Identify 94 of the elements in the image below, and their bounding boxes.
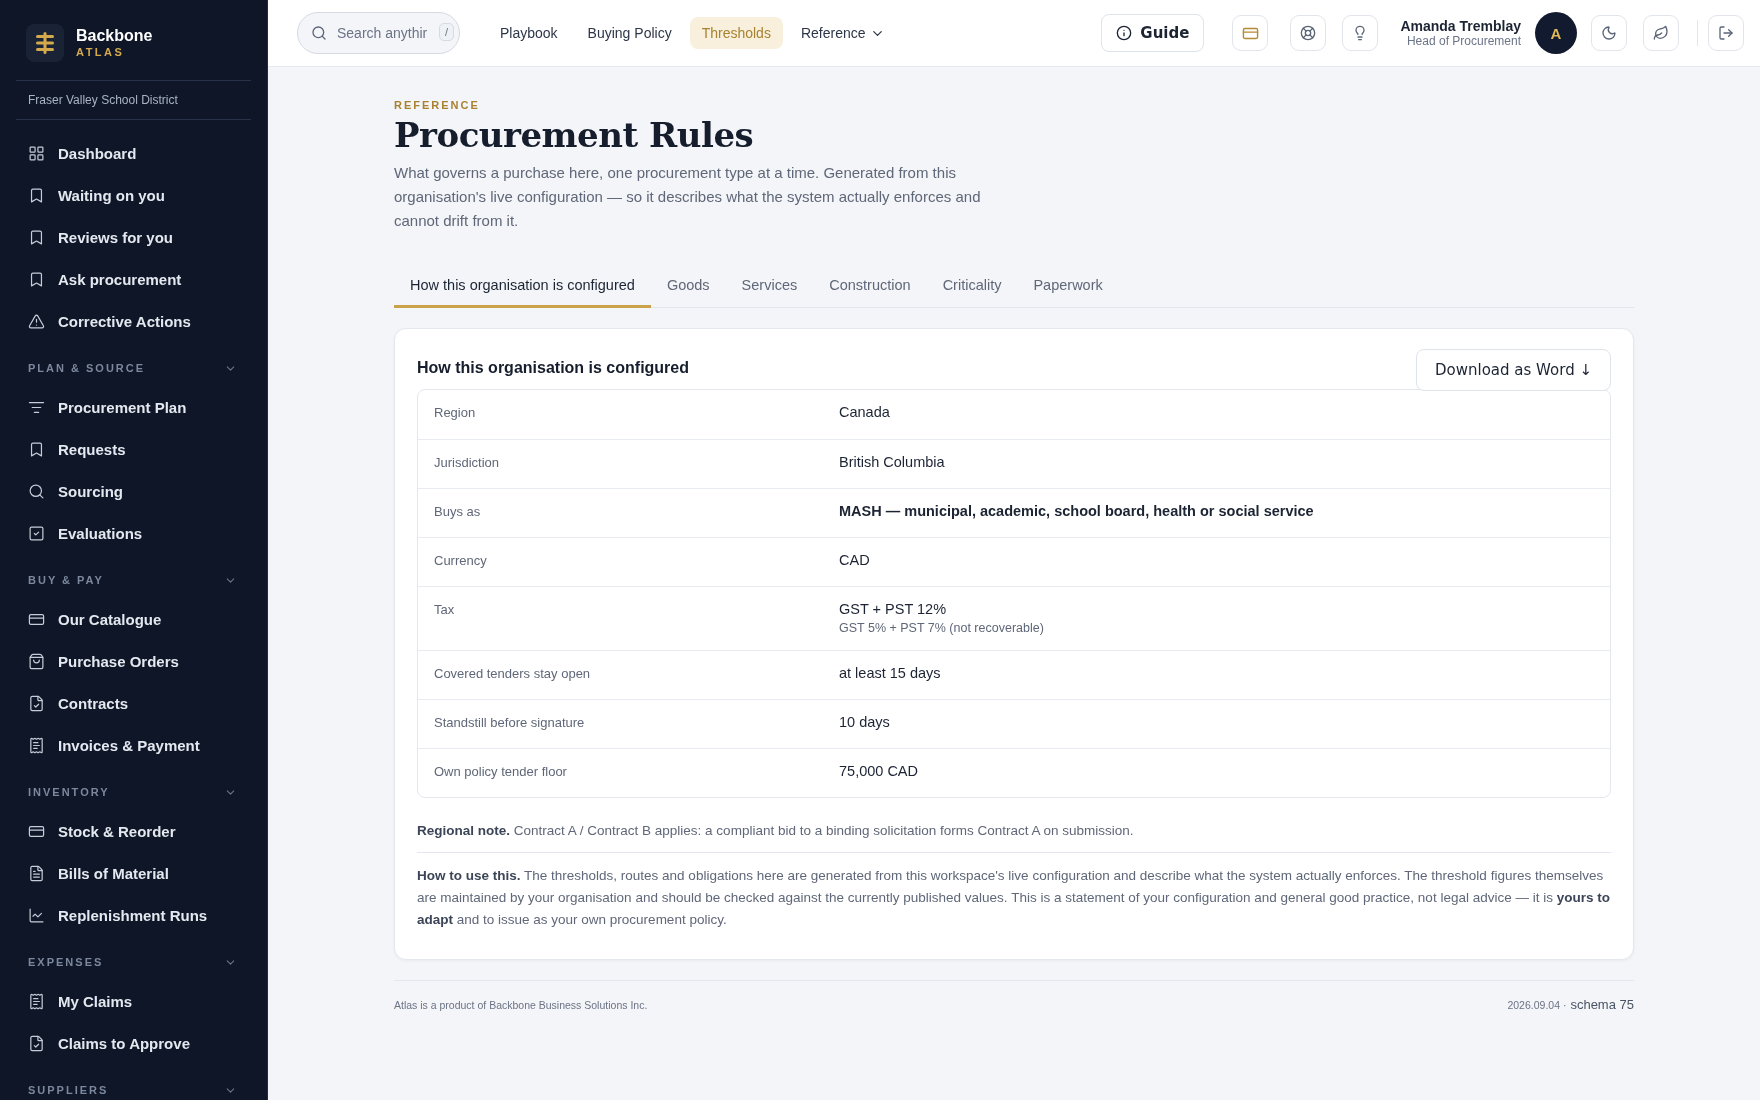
search-icon [311,25,327,41]
footer-text: Atlas is a product of Backbone Business Solutions Inc. [394,999,648,1011]
bookmark-icon [28,228,45,246]
brand-name: Backbone [76,27,153,45]
tips-button[interactable] [1342,15,1379,51]
row-value: MASH — municipal, academic, school board, health or social service [839,503,1315,519]
row-label: Region [434,404,477,422]
section-heading: EXPENSES [28,956,104,968]
sidebar-item[interactable]: Claims to Approve [16,1022,251,1064]
leaf-icon [1653,25,1669,41]
search-icon [28,482,45,500]
line-chart-icon [28,906,45,924]
nav-link[interactable]: Playbook [488,17,570,49]
tab[interactable]: Criticality [926,267,1018,308]
row-label: Covered tenders stay open [434,665,592,683]
section-heading: PLAN & SOURCE [28,362,146,374]
bag-icon [28,652,45,670]
sidebar-item[interactable]: Purchase Orders [16,640,251,682]
row-label: Currency [434,552,488,570]
sidebar-item[interactable]: Dashboard [16,132,251,174]
tab[interactable]: How this organisation is configured [394,267,651,308]
row-label: Own policy tender floor [434,763,568,781]
sidebar-item[interactable]: Contracts [16,682,251,724]
brand-subtitle: ATLAS [76,45,126,59]
row-label: Jurisdiction [434,454,501,472]
tab[interactable]: Services [725,267,814,308]
row-value: 75,000 CAD [839,763,919,779]
user-name: Amanda Tremblay [1400,18,1521,34]
row-value: CAD [839,552,871,568]
schema-text: schema 75 [1570,997,1634,1012]
guide-button[interactable]: Guide [1101,14,1205,52]
logout-icon [1718,25,1734,41]
user-avatar[interactable]: A [1535,12,1577,54]
row-value: 10 days [839,714,891,730]
tab[interactable]: Goods [650,267,726,308]
row-detail: GST 5% + PST 7% (not recoverable) [839,621,1045,635]
theme-button[interactable] [1591,15,1627,51]
file-check-icon [28,694,45,712]
sidebar-item[interactable]: Ask procurement [16,258,251,300]
bookmark-icon [28,186,45,204]
checkbox-icon [28,524,45,542]
row-value: Canada [839,404,891,420]
section-heading: BUY & PAY [28,574,104,586]
row-label: Buys as [434,503,482,521]
sidebar-item[interactable]: Requests [16,428,251,470]
sidebar-item[interactable]: Invoices & Payment [16,724,251,766]
sidebar-item[interactable]: Our Catalogue [16,598,251,640]
card-title: How this organisation is configured [417,359,689,377]
page-description: What governs a purchase here, one procurement type at a time. Generated from this organisation's live configuration — so it describes what the system actually enforces and cannot drift from it. [394,163,982,231]
sidebar-item[interactable]: Stock & Reorder [16,810,251,852]
lifebuoy-icon [1300,25,1317,41]
row-label: Standstill before signature [434,714,586,732]
document-icon [28,864,45,882]
row-value: at least 15 days [839,665,942,681]
receipt-icon [28,992,45,1010]
logout-button[interactable] [1708,15,1744,51]
bookmark-icon [28,270,45,288]
file-check-icon [28,1034,45,1052]
moon-icon [1601,25,1617,41]
user-role: Head of Procurement [1406,34,1521,48]
page-title: Procurement Rules [394,115,755,155]
sidebar-item[interactable]: Waiting on you [16,174,251,216]
nav-link[interactable]: Buying Policy [575,17,684,49]
sidebar-item[interactable]: Bills of Material [16,852,251,894]
sidebar-item[interactable]: Sourcing [16,470,251,512]
usage-note: How to use this. The thresholds, routes and obligations here are generated from this workspace's live configuration and describe what the system actually enforces. The threshold figures themselves are maintained by your organisation and should be checked against the currently published values. This is a statement of your configuration and general good practice, not legal advice — it is yours to adapt and to issue as your own procurement policy. [417,867,1611,929]
grid-icon [28,144,45,162]
download-button[interactable]: Download as Word ↓ [1416,349,1611,391]
organisation-name: Fraser Valley School District [16,81,251,120]
info-icon [1116,25,1133,41]
tab[interactable]: Paperwork [1017,267,1119,308]
sidebar-item[interactable]: Evaluations [16,512,251,554]
logo-icon [26,24,64,62]
row-value: GST + PST 12% [839,601,948,617]
section-heading: INVENTORY [28,786,110,798]
leaf-button[interactable] [1643,15,1679,51]
row-label: Tax [434,601,456,619]
page-eyebrow: REFERENCE [394,99,481,111]
receipt-icon [28,736,45,754]
sidebar-item[interactable]: Reviews for you [16,216,251,258]
tab[interactable]: Construction [813,267,927,308]
nav-link[interactable]: Reference [788,17,897,49]
regional-note: Regional note. Contract A / Contract B applies: a compliant bid to a binding solicitation forms Contract A on submission. [417,820,1611,853]
sidebar-item[interactable]: Replenishment Runs [16,894,251,936]
version-text: 2026.09.04 · [1507,999,1567,1011]
section-heading: SUPPLIERS [28,1084,109,1096]
card-button[interactable] [1232,15,1269,51]
sidebar-item[interactable]: Corrective Actions [16,300,251,342]
sidebar-item[interactable]: Procurement Plan [16,386,251,428]
row-value: British Columbia [839,454,946,470]
bookmark-icon [28,440,45,458]
sidebar-item[interactable]: My Claims [16,980,251,1022]
warning-icon [28,312,45,330]
help-button[interactable] [1290,15,1327,51]
